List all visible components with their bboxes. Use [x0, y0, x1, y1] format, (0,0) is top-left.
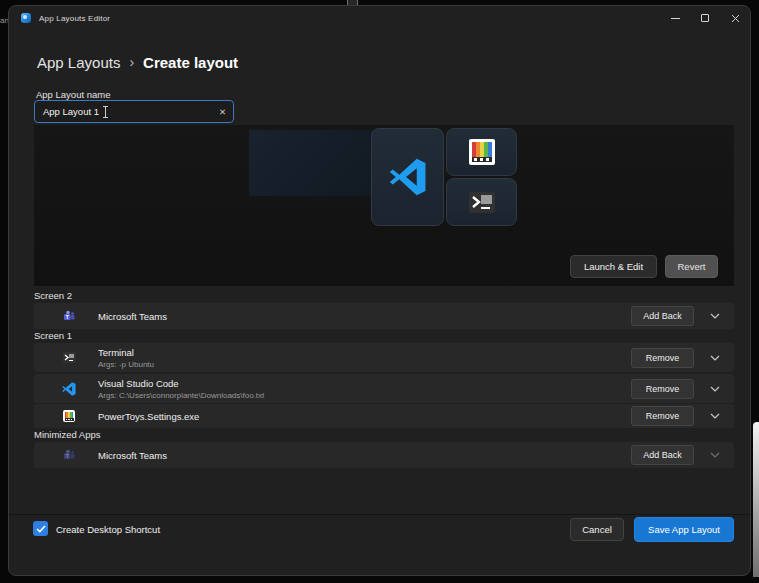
section-label-screen-1: Screen 1 [34, 330, 72, 341]
minimize-button[interactable] [660, 6, 690, 30]
section-label-minimized-apps: Minimized Apps [34, 429, 101, 440]
app-row-teams-screen2[interactable]: T Microsoft Teams Add Back [34, 303, 734, 329]
layout-preview-canvas: Launch & Edit Revert [34, 125, 734, 286]
close-button[interactable] [720, 6, 750, 30]
maximize-icon [701, 14, 709, 22]
app-layouts-editor-window: App Layouts Editor App Layouts › Create … [8, 5, 751, 576]
terminal-icon [61, 350, 77, 366]
terminal-icon [469, 192, 495, 213]
breadcrumb-separator-icon: › [129, 54, 134, 70]
page-title: Create layout [143, 54, 238, 71]
powertoys-icon [61, 408, 77, 424]
preview-tile-powertoys[interactable] [446, 128, 517, 176]
app-layout-name-label: App Layout name [36, 89, 110, 100]
app-row-title: PowerToys.Settings.exe [98, 411, 199, 422]
breadcrumb: App Layouts › Create layout [37, 50, 238, 74]
breadcrumb-app-layouts[interactable]: App Layouts [37, 54, 120, 71]
revert-button[interactable]: Revert [665, 255, 718, 278]
app-row-title: Visual Studio Code [98, 378, 264, 389]
minimize-icon [671, 18, 680, 19]
create-desktop-shortcut-checkbox[interactable] [33, 521, 48, 536]
app-row-terminal[interactable]: Terminal Args: -p Ubuntu Remove [34, 343, 734, 372]
vscode-icon [61, 381, 77, 397]
app-logo-icon [21, 13, 31, 23]
add-back-button[interactable]: Add Back [631, 445, 694, 465]
remove-button[interactable]: Remove [631, 379, 694, 399]
app-row-title: Microsoft Teams [98, 311, 167, 322]
svg-text:T: T [66, 314, 69, 320]
cancel-button[interactable]: Cancel [570, 518, 624, 541]
text-cursor-icon [102, 106, 109, 118]
save-app-layout-button[interactable]: Save App Layout [634, 517, 734, 542]
teams-icon: T [61, 308, 77, 324]
preview-tile-terminal[interactable] [446, 178, 517, 226]
add-back-button[interactable]: Add Back [631, 306, 694, 326]
clear-input-icon[interactable]: ✕ [219, 107, 226, 117]
titlebar: App Layouts Editor [9, 6, 750, 30]
remove-button[interactable]: Remove [631, 348, 694, 368]
app-row-vscode[interactable]: Visual Studio Code Args: C:\Users\connor… [34, 374, 734, 403]
vscode-icon [389, 158, 427, 196]
window-title: App Layouts Editor [39, 14, 110, 23]
app-row-args: Args: -p Ubuntu [98, 360, 154, 369]
launch-and-edit-button[interactable]: Launch & Edit [570, 255, 657, 278]
app-layout-name-input[interactable]: App Layout 1 ✕ [34, 100, 234, 123]
app-row-title: Terminal [98, 347, 154, 358]
app-row-teams-minimized[interactable]: T Microsoft Teams Add Back [34, 442, 734, 468]
powertoys-icon [469, 139, 495, 165]
app-row-title: Microsoft Teams [98, 450, 167, 461]
preview-screen-region [249, 130, 373, 196]
expand-chevron-icon[interactable] [706, 313, 724, 319]
expand-chevron-icon[interactable] [706, 355, 724, 361]
teams-icon: T [61, 447, 77, 463]
checkmark-icon [36, 525, 46, 533]
background-window-edge [753, 422, 759, 577]
maximize-button[interactable] [690, 6, 720, 30]
remove-button[interactable]: Remove [631, 406, 694, 426]
app-row-powertoys[interactable]: PowerToys.Settings.exe Remove [34, 404, 734, 428]
footer-divider [9, 514, 750, 515]
preview-tile-vscode[interactable] [371, 128, 444, 226]
svg-text:T: T [66, 453, 69, 459]
create-desktop-shortcut-label: Create Desktop Shortcut [56, 524, 160, 535]
app-layout-name-value: App Layout 1 [43, 106, 99, 117]
expand-chevron-icon[interactable] [706, 452, 724, 458]
expand-chevron-icon[interactable] [706, 386, 724, 392]
app-row-args: Args: C:\Users\connorplante\Downloads\fo… [98, 391, 264, 400]
close-icon [731, 14, 740, 23]
expand-chevron-icon[interactable] [706, 413, 724, 419]
section-label-screen-2: Screen 2 [34, 290, 72, 301]
